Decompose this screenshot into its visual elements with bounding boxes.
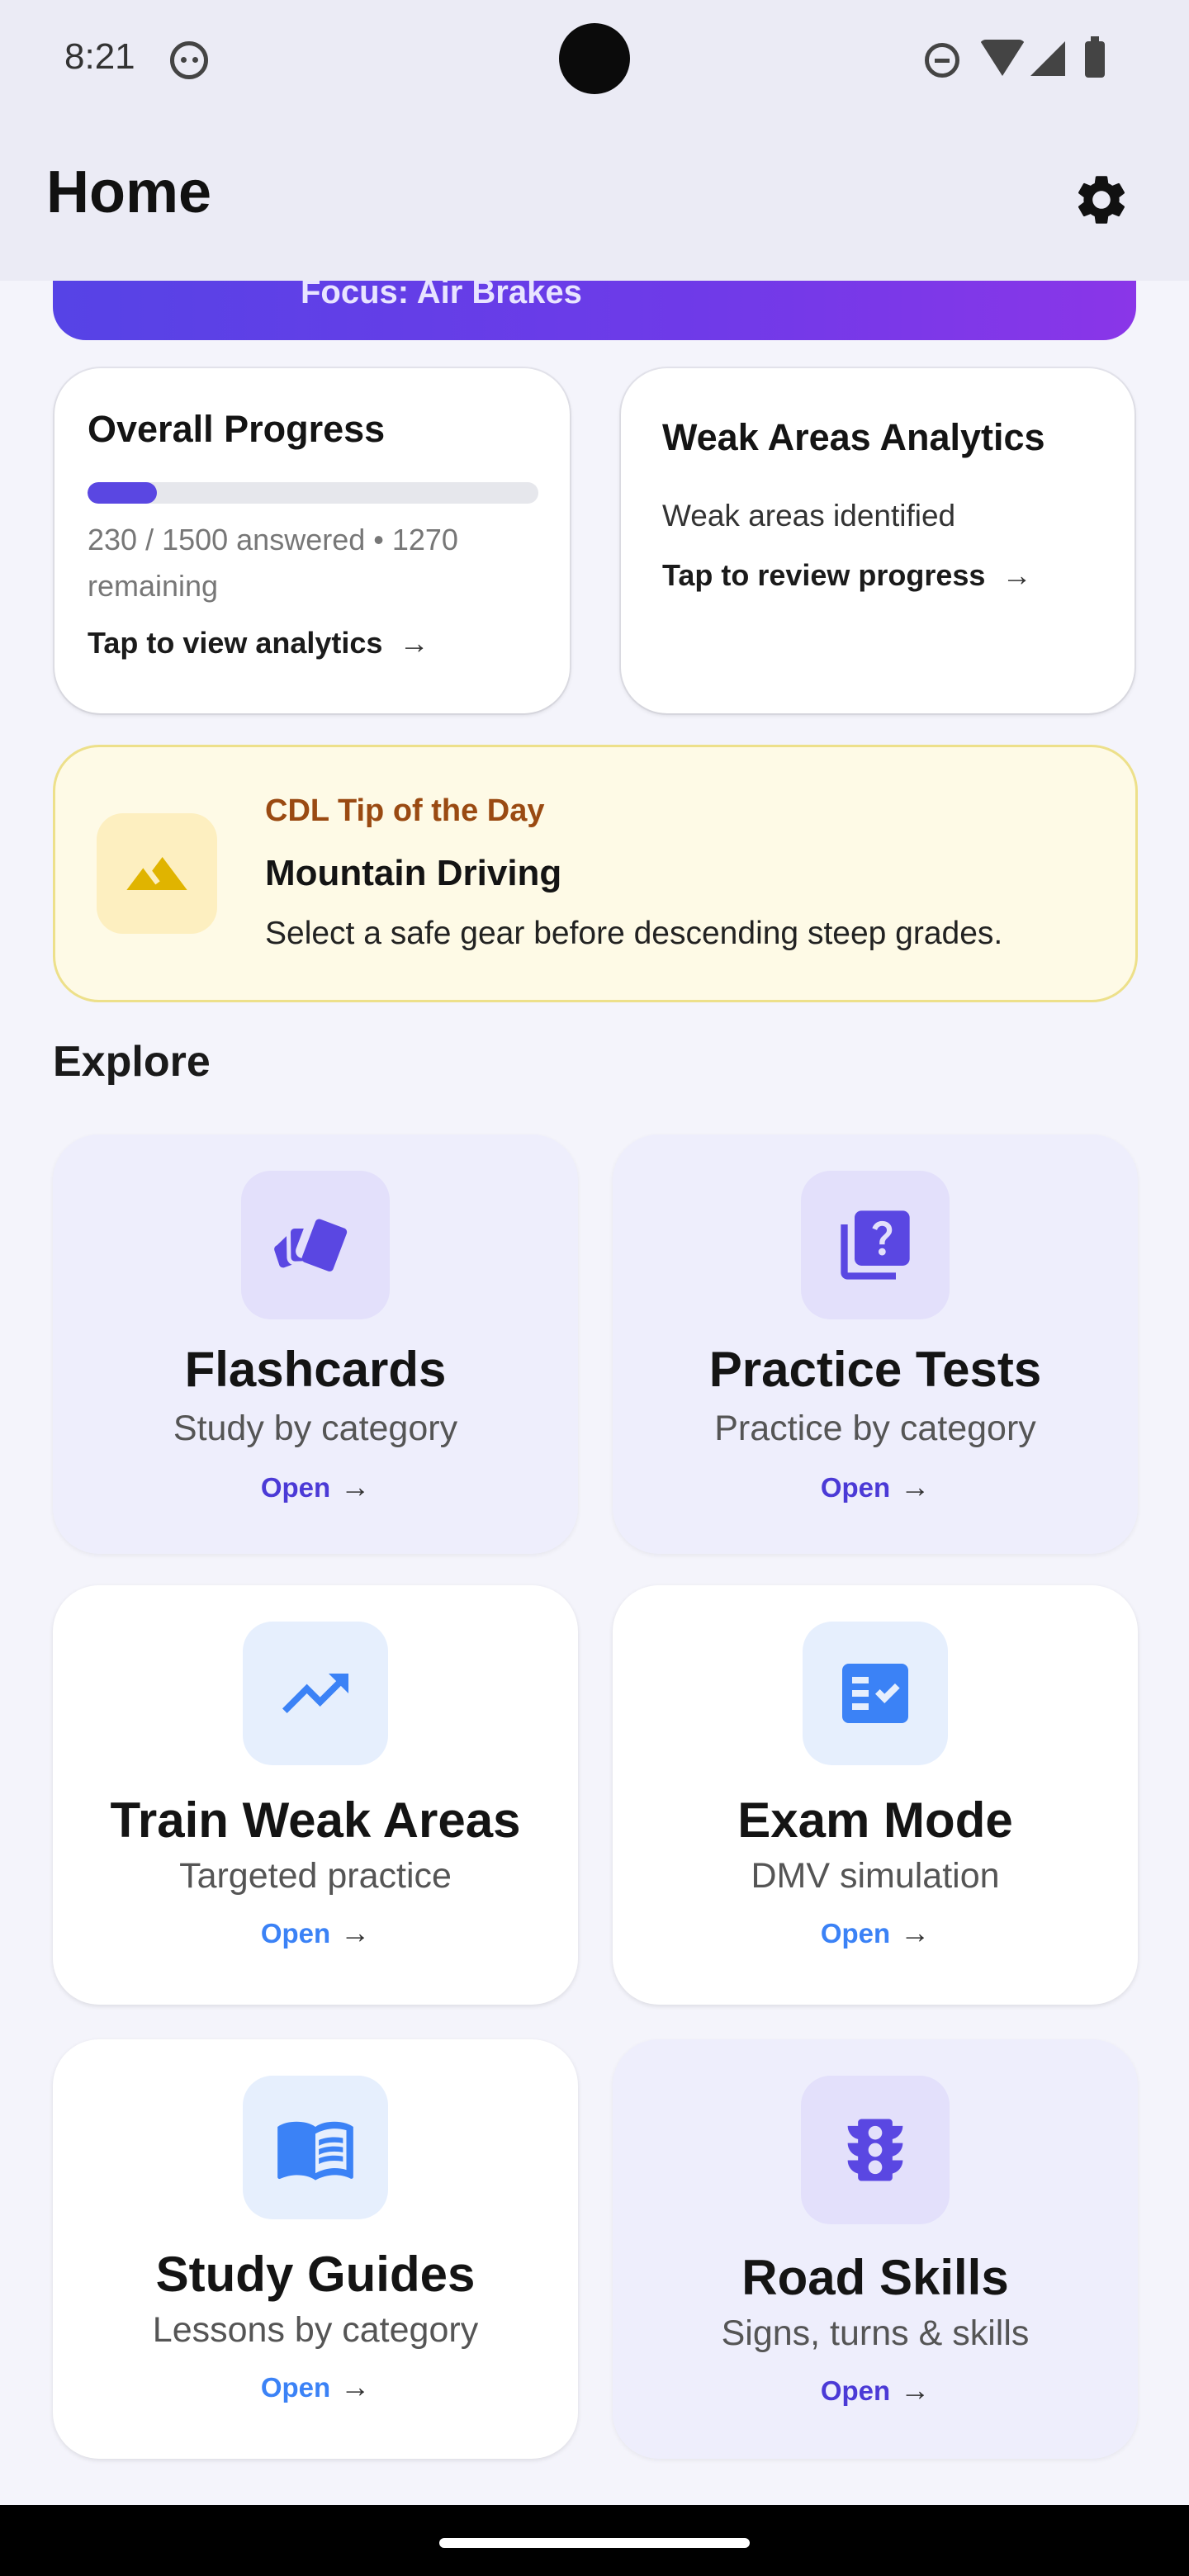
review-progress-label: Tap to review progress bbox=[662, 558, 986, 592]
tile-icon-container bbox=[241, 1171, 390, 1319]
tip-title: Mountain Driving bbox=[265, 853, 562, 893]
weak-areas-card[interactable]: Weak Areas Analytics Weak areas identifi… bbox=[621, 368, 1135, 713]
cell-signal-icon bbox=[1030, 41, 1065, 76]
arrow-right-icon: → bbox=[900, 1470, 931, 1503]
quiz-icon bbox=[841, 1210, 910, 1280]
tile-title: Exam Mode bbox=[737, 1792, 1013, 1848]
tile-subtitle: Targeted practice bbox=[179, 1856, 452, 1896]
camera-cutout bbox=[559, 23, 630, 94]
system-navigation-bar bbox=[0, 2505, 1189, 2576]
open-flashcards-link[interactable]: Open → bbox=[53, 1470, 578, 1504]
app-bar: Home bbox=[0, 124, 1189, 281]
tip-kicker: CDL Tip of the Day bbox=[265, 793, 545, 828]
progress-bar-fill bbox=[88, 482, 157, 504]
tile-train-weak-areas[interactable]: Train Weak Areas Targeted practice Open → bbox=[53, 1585, 578, 2005]
tile-exam-mode[interactable]: Exam Mode DMV simulation Open → bbox=[613, 1585, 1138, 2005]
android-face-icon bbox=[170, 41, 208, 79]
tile-icon-container bbox=[803, 1622, 948, 1765]
open-label: Open bbox=[820, 2375, 891, 2406]
progress-bar bbox=[88, 482, 538, 504]
tile-practice-tests[interactable]: Practice Tests Practice by category Open… bbox=[613, 1134, 1138, 1554]
tip-of-the-day-card[interactable]: CDL Tip of the Day Mountain Driving Sele… bbox=[53, 745, 1138, 1002]
tile-subtitle: Lessons by category bbox=[152, 2310, 479, 2350]
arrow-right-icon: → bbox=[340, 1470, 371, 1503]
tile-icon-container bbox=[801, 2076, 950, 2224]
cards-icon bbox=[274, 1219, 348, 1271]
status-time: 8:21 bbox=[64, 36, 135, 77]
arrow-right-icon: → bbox=[1002, 558, 1032, 592]
open-label: Open bbox=[260, 1918, 331, 1949]
tile-icon-container bbox=[243, 2076, 388, 2219]
overall-progress-title: Overall Progress bbox=[88, 408, 386, 450]
home-gesture-handle[interactable] bbox=[439, 2538, 750, 2548]
tile-subtitle: DMV simulation bbox=[751, 1856, 1000, 1896]
tile-flashcards[interactable]: Flashcards Study by category Open → bbox=[53, 1134, 578, 1554]
arrow-right-icon: → bbox=[340, 2370, 371, 2403]
weak-areas-subtitle: Weak areas identified bbox=[662, 499, 956, 533]
tile-title: Train Weak Areas bbox=[110, 1792, 521, 1848]
open-label: Open bbox=[260, 1472, 331, 1503]
open-label: Open bbox=[260, 2372, 331, 2403]
tile-title: Road Skills bbox=[741, 2250, 1009, 2305]
checklist-icon bbox=[842, 1664, 908, 1723]
traffic-light-icon bbox=[847, 2119, 903, 2181]
view-analytics-label: Tap to view analytics bbox=[88, 626, 383, 660]
explore-heading: Explore bbox=[53, 1038, 211, 1086]
battery-icon bbox=[1085, 36, 1105, 78]
tile-road-skills[interactable]: Road Skills Signs, turns & skills Open → bbox=[613, 2039, 1138, 2459]
weak-areas-title: Weak Areas Analytics bbox=[662, 416, 1045, 458]
arrow-right-icon: → bbox=[900, 1915, 931, 1949]
tile-icon-container bbox=[801, 1171, 950, 1319]
do-not-disturb-icon bbox=[925, 43, 959, 78]
overall-progress-card[interactable]: Overall Progress 230 / 1500 answered • 1… bbox=[54, 368, 570, 713]
open-exam-mode-link[interactable]: Open → bbox=[613, 1915, 1138, 1950]
tile-title: Flashcards bbox=[184, 1342, 447, 1397]
review-progress-link[interactable]: Tap to review progress → bbox=[662, 558, 1031, 593]
status-bar: 8:21 bbox=[0, 0, 1189, 124]
open-label: Open bbox=[820, 1472, 891, 1503]
tile-subtitle: Study by category bbox=[173, 1409, 458, 1448]
banner-text: Focus: Air Brakes bbox=[301, 281, 582, 310]
tile-study-guides[interactable]: Study Guides Lessons by category Open → bbox=[53, 2039, 578, 2459]
arrow-right-icon: → bbox=[399, 626, 429, 660]
arrow-right-icon: → bbox=[900, 2373, 931, 2407]
tile-icon-container bbox=[243, 1622, 388, 1765]
mountain-icon bbox=[126, 857, 187, 890]
arrow-right-icon: → bbox=[340, 1915, 371, 1949]
open-road-skills-link[interactable]: Open → bbox=[613, 2373, 1138, 2408]
book-icon bbox=[277, 2121, 353, 2181]
home-content[interactable]: Focus: Air Brakes Overall Progress 230 /… bbox=[0, 281, 1189, 2502]
tile-title: Practice Tests bbox=[708, 1342, 1042, 1397]
progress-summary: 230 / 1500 answered • 1270 remaining bbox=[88, 523, 458, 603]
open-study-guides-link[interactable]: Open → bbox=[53, 2370, 578, 2404]
tile-subtitle: Signs, turns & skills bbox=[721, 2313, 1030, 2353]
tip-icon-container bbox=[97, 813, 217, 934]
view-analytics-link[interactable]: Tap to view analytics → bbox=[88, 626, 429, 661]
focus-banner[interactable]: Focus: Air Brakes bbox=[53, 281, 1136, 340]
open-label: Open bbox=[820, 1918, 891, 1949]
tip-text: Select a safe gear before descending ste… bbox=[265, 916, 1003, 951]
wifi-icon bbox=[979, 40, 1026, 76]
open-practice-tests-link[interactable]: Open → bbox=[613, 1470, 1138, 1504]
tile-title: Study Guides bbox=[155, 2247, 476, 2302]
page-title: Home bbox=[46, 159, 212, 225]
open-train-weak-areas-link[interactable]: Open → bbox=[53, 1915, 578, 1950]
trending-up-icon bbox=[282, 1674, 348, 1713]
tile-subtitle: Practice by category bbox=[714, 1409, 1036, 1448]
gear-icon[interactable] bbox=[1072, 170, 1131, 230]
